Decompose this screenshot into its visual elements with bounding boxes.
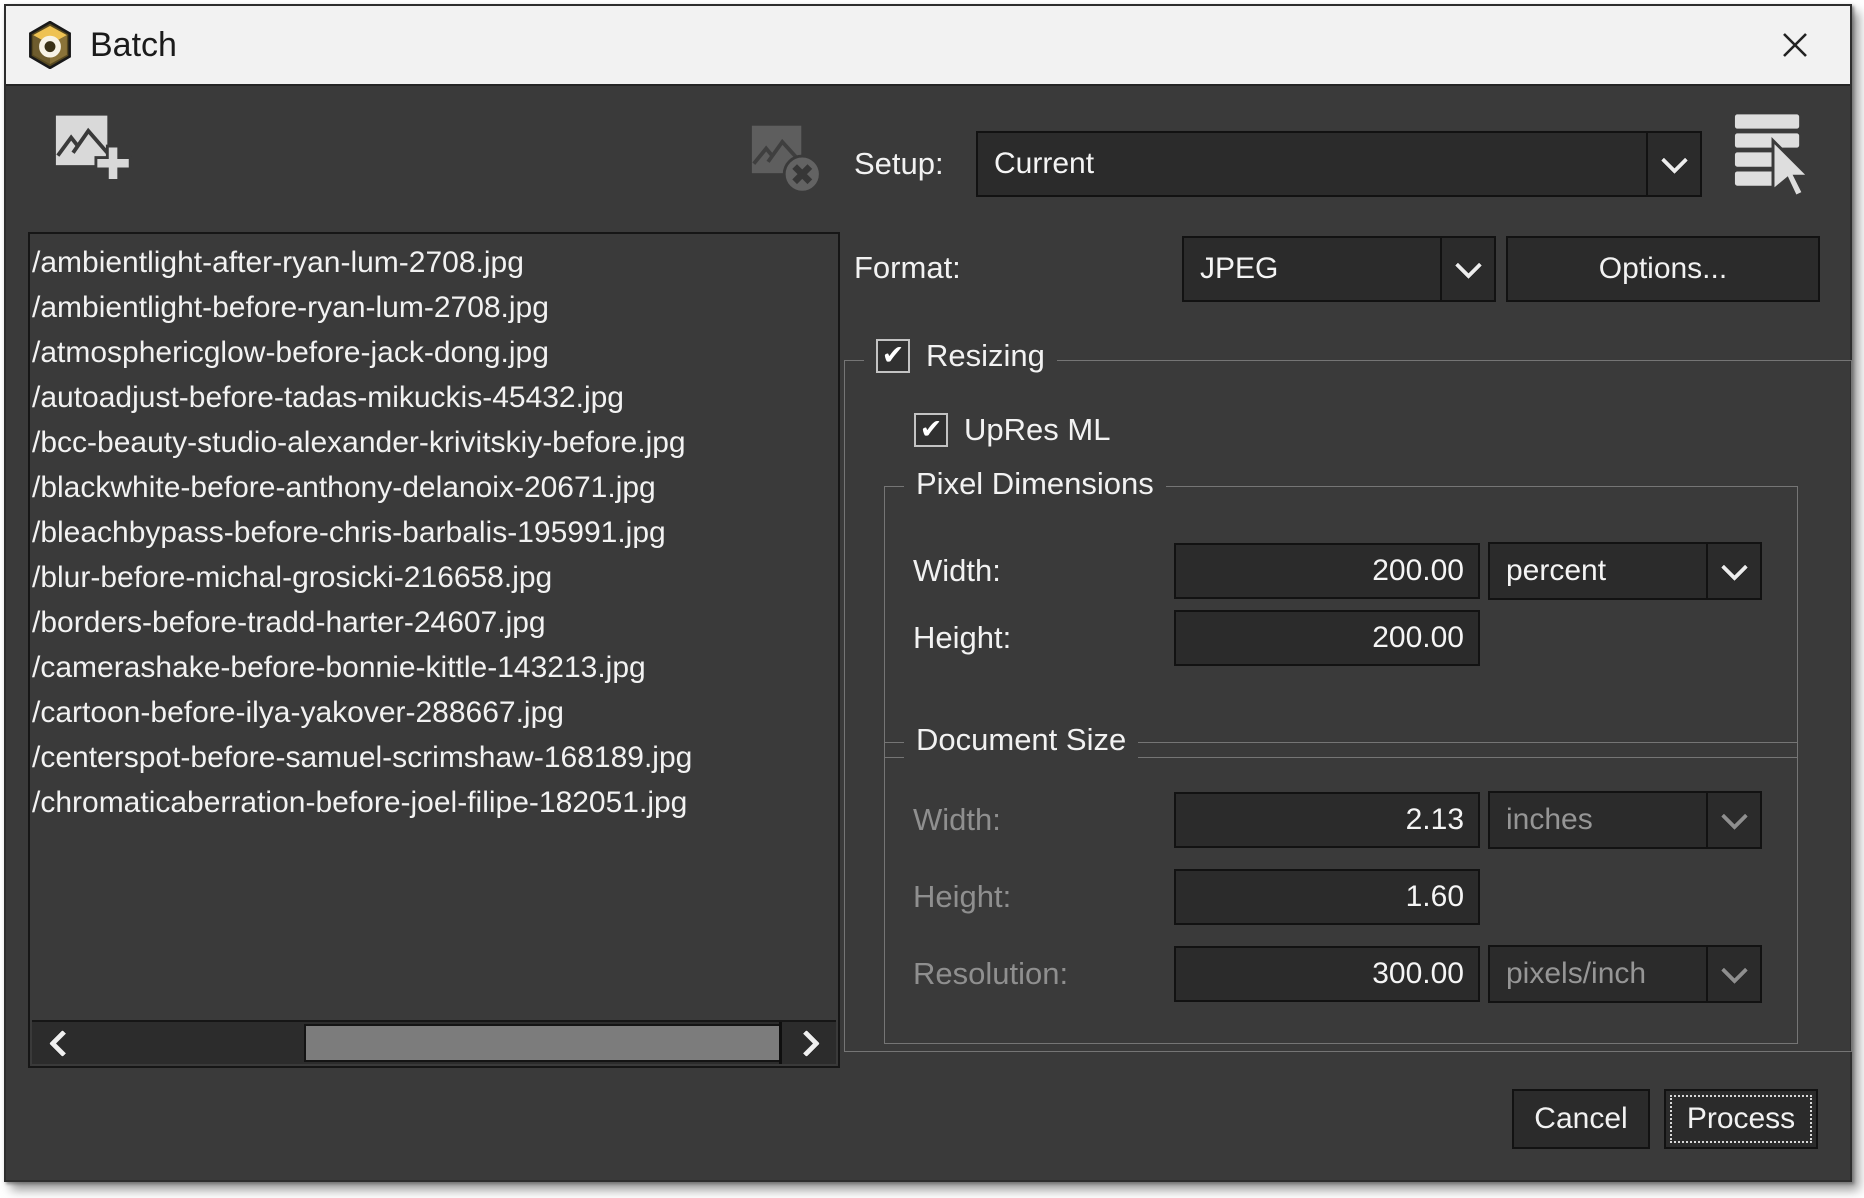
pd-width-unit-select[interactable]: percent — [1488, 542, 1762, 600]
chevron-down-icon — [1661, 147, 1688, 174]
scroll-left-button[interactable] — [32, 1022, 86, 1064]
pixel-dimensions-title: Pixel Dimensions — [904, 466, 1166, 502]
remove-images-icon — [750, 120, 826, 196]
pd-width-label: Width: — [913, 544, 1001, 598]
format-label: Format: — [854, 236, 961, 300]
file-list-item[interactable]: /chromaticaberration-before-joel-filipe-… — [32, 780, 838, 825]
setup-select-arrow[interactable] — [1646, 133, 1700, 195]
dialog-body: Setup: Current /ambientlight-after-ryan-… — [6, 86, 1850, 1180]
ds-resolution-unit-select: pixels/inch — [1488, 945, 1762, 1003]
chevron-down-icon — [1721, 803, 1748, 830]
document-size-title: Document Size — [904, 722, 1138, 758]
cancel-button[interactable]: Cancel — [1512, 1089, 1650, 1149]
file-list-item[interactable]: /cartoon-before-ilya-yakover-288667.jpg — [32, 690, 838, 735]
horizontal-scrollbar[interactable] — [32, 1020, 836, 1064]
ds-height-input — [1174, 869, 1480, 925]
apply-setup-button[interactable] — [1732, 112, 1814, 205]
ds-width-unit-select: inches — [1488, 791, 1762, 849]
pd-width-unit-arrow[interactable] — [1706, 544, 1760, 598]
ds-height-label: Height: — [913, 869, 1011, 925]
file-list-item[interactable]: /blur-before-michal-grosicki-216658.jpg — [32, 555, 838, 600]
setup-label: Setup: — [854, 131, 944, 197]
ds-resolution-unit-arrow — [1706, 947, 1760, 1001]
ds-resolution-unit-value: pixels/inch — [1490, 957, 1706, 991]
file-list-item[interactable]: /centerspot-before-samuel-scrimshaw-1681… — [32, 735, 838, 780]
pd-height-label: Height: — [913, 611, 1011, 665]
remove-images-button — [750, 120, 826, 201]
batch-dialog: Batch Setup: — [4, 4, 1852, 1182]
file-list-item[interactable]: /ambientlight-after-ryan-lum-2708.jpg — [32, 240, 838, 285]
pd-width-unit-value: percent — [1490, 554, 1706, 588]
chevron-down-icon — [1455, 252, 1482, 279]
pd-width-input[interactable] — [1174, 543, 1480, 599]
file-list-item[interactable]: /atmosphericglow-before-jack-dong.jpg — [32, 330, 838, 375]
close-button[interactable] — [1774, 24, 1816, 66]
file-list-item[interactable]: /ambientlight-before-ryan-lum-2708.jpg — [32, 285, 838, 330]
close-icon — [1776, 26, 1814, 64]
scroll-right-button[interactable] — [779, 1022, 836, 1064]
ds-width-unit-arrow — [1706, 793, 1760, 847]
scrollbar-thumb[interactable] — [304, 1024, 790, 1062]
file-list-item[interactable]: /blackwhite-before-anthony-delanoix-2067… — [32, 465, 838, 510]
file-list-item[interactable]: /bcc-beauty-studio-alexander-krivitskiy-… — [32, 420, 838, 465]
pd-height-input[interactable] — [1174, 610, 1480, 666]
file-list-item[interactable]: /camerashake-before-bonnie-kittle-143213… — [32, 645, 838, 690]
upres-ml-row: ✔ UpRes ML — [914, 412, 1110, 448]
format-options-button[interactable]: Options... — [1506, 236, 1820, 302]
ds-width-input — [1174, 792, 1480, 848]
chevron-down-icon — [1721, 554, 1748, 581]
ds-width-unit-value: inches — [1490, 803, 1706, 837]
app-logo-icon — [28, 21, 72, 69]
file-list[interactable]: /ambientlight-after-ryan-lum-2708.jpg/am… — [28, 232, 840, 1068]
chevron-left-icon — [49, 1030, 76, 1057]
format-select[interactable]: JPEG — [1182, 236, 1496, 302]
file-list-item[interactable]: /autoadjust-before-tadas-mikuckis-45432.… — [32, 375, 838, 420]
chevron-down-icon — [1721, 957, 1748, 984]
chevron-right-icon — [793, 1030, 820, 1057]
file-list-item[interactable]: /borders-before-tradd-harter-24607.jpg — [32, 600, 838, 645]
titlebar: Batch — [6, 6, 1850, 86]
setup-select[interactable]: Current — [976, 131, 1702, 197]
add-images-button[interactable] — [54, 108, 134, 193]
check-icon: ✔ — [882, 342, 905, 369]
add-images-icon — [54, 108, 134, 188]
format-select-arrow[interactable] — [1440, 238, 1494, 300]
setup-select-value: Current — [978, 147, 1646, 181]
process-button[interactable]: Process — [1664, 1089, 1818, 1149]
apply-setup-icon — [1732, 112, 1814, 200]
check-icon: ✔ — [920, 416, 943, 443]
ds-resolution-label: Resolution: — [913, 946, 1068, 1002]
ds-resolution-input — [1174, 946, 1480, 1002]
resizing-label: Resizing — [926, 338, 1045, 374]
window-title: Batch — [90, 26, 177, 65]
file-list-items: /ambientlight-after-ryan-lum-2708.jpg/am… — [32, 240, 838, 825]
resizing-checkbox[interactable]: ✔ — [876, 339, 910, 373]
format-select-value: JPEG — [1184, 252, 1440, 286]
upres-ml-checkbox[interactable]: ✔ — [914, 413, 948, 447]
resizing-legend: ✔ Resizing — [864, 338, 1057, 374]
file-list-item[interactable]: /bleachbypass-before-chris-barbalis-1959… — [32, 510, 838, 555]
upres-ml-label: UpRes ML — [964, 412, 1110, 448]
ds-width-label: Width: — [913, 792, 1001, 848]
